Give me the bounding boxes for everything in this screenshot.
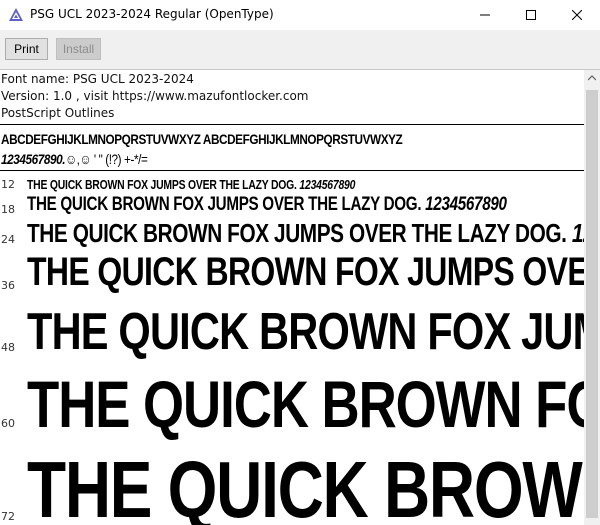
- window-title: PSG UCL 2023-2024 Regular (OpenType): [30, 7, 274, 21]
- title-bar: PSG UCL 2023-2024 Regular (OpenType): [0, 0, 600, 30]
- sample-text: THE QUICK BROWN FOX JUMPS OVER THE LAZY …: [27, 303, 584, 361]
- charset-digits-symbols: 1234567890.☺,☺ ' " (!?) +-*/=: [1, 151, 148, 167]
- font-viewer-icon: [9, 8, 23, 21]
- sample-text: THE QUICK BROWN FOX JUMPS OVER THE LAZY …: [27, 194, 422, 215]
- divider-top: [0, 124, 584, 125]
- sample-60: THE QUICK BROWN FOX JUMPS OVER THE LAZY …: [27, 366, 584, 442]
- close-icon: [572, 10, 582, 20]
- charset-symbols: ☺,☺ ' " (!?) +-*/=: [65, 151, 148, 167]
- minimize-icon: [480, 14, 490, 16]
- charset-digits: 1234567890.: [1, 151, 66, 167]
- sample-18: THE QUICK BROWN FOX JUMPS OVER THE LAZY …: [27, 194, 507, 216]
- sample-text: THE QUICK BROWN FOX JUMPS OVER THE LAZY …: [27, 218, 567, 248]
- sample-text: THE QUICK BROWN FOX JUMPS OVER THE LAZY …: [27, 250, 584, 294]
- font-version-line: Version: 1.0 , visit https://www.mazufon…: [1, 89, 309, 103]
- minimize-button[interactable]: [462, 0, 508, 30]
- maximize-icon: [526, 10, 536, 20]
- scroll-up-button[interactable]: [584, 70, 600, 86]
- sample-digits: 1234567890: [296, 177, 356, 192]
- charset-uppercase: ABCDEFGHIJKLMNOPQRSTUVWXYZ ABCDEFGHIJKLM…: [1, 131, 403, 147]
- install-button: Install: [56, 38, 101, 60]
- sample-text: THE QUICK BROWN FOX JUMPS OVER THE LAZY …: [27, 367, 584, 441]
- sample-digits: 1234567890: [421, 194, 507, 215]
- close-button[interactable]: [554, 0, 600, 30]
- toolbar: Print Install: [0, 30, 600, 70]
- sample-72: THE QUICK BROWN FOX JUMPS OVER THE LAZY …: [27, 444, 584, 525]
- font-outline-line: PostScript Outlines: [1, 106, 115, 120]
- maximize-button[interactable]: [508, 0, 554, 30]
- scrollbar-thumb[interactable]: [586, 90, 598, 518]
- sample-text: THE QUICK BROWN FOX JUMPS OVER THE LAZY …: [27, 177, 297, 192]
- print-button[interactable]: Print: [5, 38, 48, 60]
- sample-48: THE QUICK BROWN FOX JUMPS OVER THE LAZY …: [27, 302, 584, 362]
- font-name-line: Font name: PSG UCL 2023-2024: [1, 72, 194, 86]
- sample-text: THE QUICK BROWN FOX JUMPS OVER THE LAZY …: [27, 445, 584, 525]
- sample-24: THE QUICK BROWN FOX JUMPS OVER THE LAZY …: [27, 218, 584, 249]
- sample-preview-area: THE QUICK BROWN FOX JUMPS OVER THE LAZY …: [0, 170, 584, 525]
- sample-12: THE QUICK BROWN FOX JUMPS OVER THE LAZY …: [27, 177, 355, 192]
- sample-36: THE QUICK BROWN FOX JUMPS OVER THE LAZY …: [27, 250, 584, 295]
- chevron-up-icon: [588, 75, 596, 81]
- sample-digits: 1234567890: [571, 218, 584, 248]
